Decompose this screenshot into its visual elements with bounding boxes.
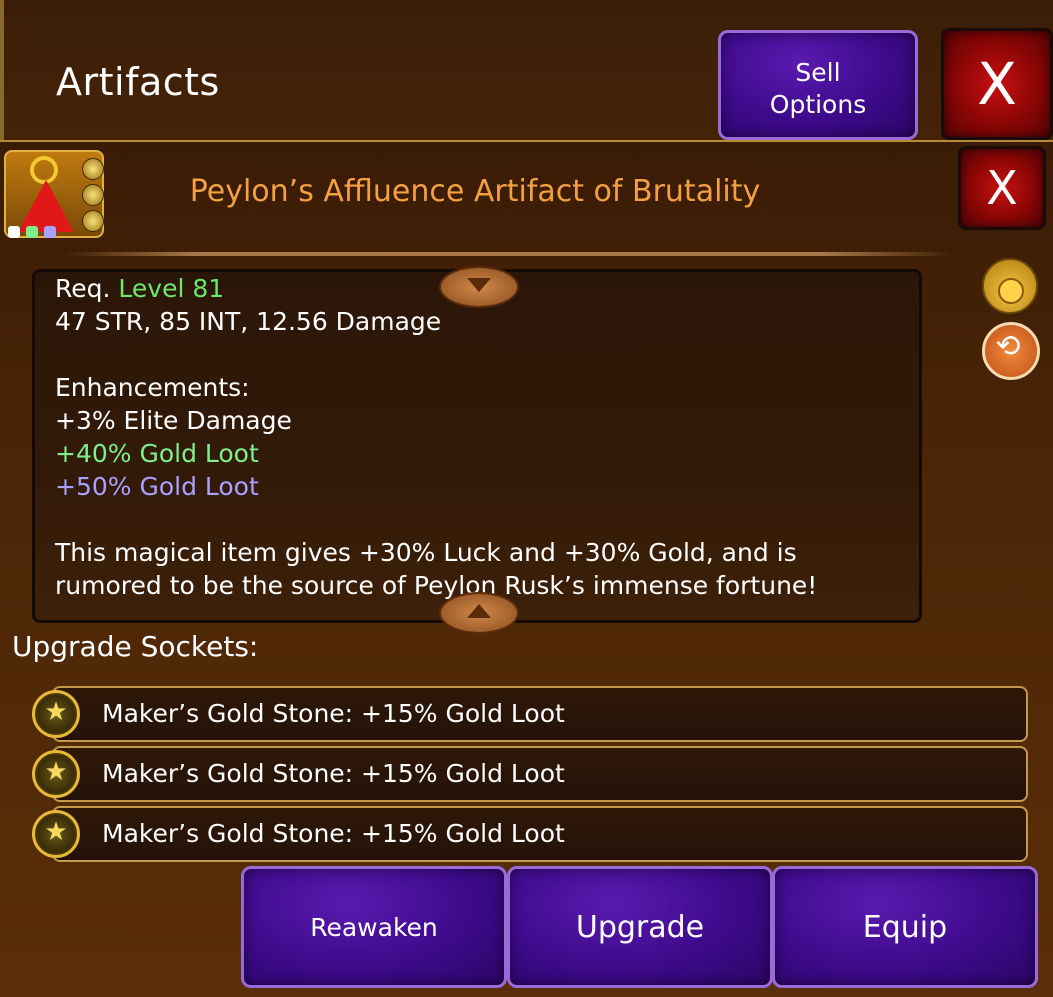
socket-row[interactable]: Maker’s Gold Stone: +15% Gold Loot xyxy=(52,746,1028,802)
req-level: Level 81 xyxy=(118,274,225,303)
chevron-down-icon xyxy=(467,278,491,292)
socket-text: Maker’s Gold Stone: +15% Gold Loot xyxy=(102,759,565,788)
rarity-dot-white xyxy=(8,226,20,238)
gold-stone-icon: ★ xyxy=(32,690,80,738)
rarity-dot-lavender xyxy=(44,226,56,238)
upgrade-sockets-label: Upgrade Sockets: xyxy=(12,630,259,663)
coin-icon xyxy=(998,278,1024,304)
reawaken-button[interactable]: Reawaken xyxy=(241,866,507,988)
socket-gem-icon xyxy=(82,158,104,180)
enhancement-1: +3% Elite Damage xyxy=(55,406,292,435)
top-bar: Artifacts Sell Options X xyxy=(0,0,1053,140)
sell-options-button[interactable]: Sell Options xyxy=(718,30,918,140)
cycle-glyph: ⟲ xyxy=(995,329,1021,364)
socket-row[interactable]: Maker’s Gold Stone: +15% Gold Loot xyxy=(52,686,1028,742)
req-label: Req. xyxy=(55,274,111,303)
close-artifacts-button[interactable]: X xyxy=(941,28,1053,140)
socket-row[interactable]: Maker’s Gold Stone: +15% Gold Loot xyxy=(52,806,1028,862)
artifact-icon xyxy=(4,150,104,238)
chevron-up-icon xyxy=(467,604,491,618)
equip-button[interactable]: Equip xyxy=(772,866,1038,988)
gold-stone-icon: ★ xyxy=(32,810,80,858)
scroll-down-button[interactable] xyxy=(439,266,519,308)
sell-options-label-line1: Sell xyxy=(795,58,841,87)
item-name: Peylon’s Affluence Artifact of Brutality xyxy=(189,174,761,209)
gold-bag-icon[interactable] xyxy=(982,258,1038,314)
page-title: Artifacts xyxy=(56,60,220,104)
flavor-text-line1: This magical item gives +30% Luck and +3… xyxy=(55,538,797,567)
item-description-box[interactable]: Req. Level 81 47 STR, 85 INT, 12.56 Dama… xyxy=(32,269,922,623)
stats-line: 47 STR, 85 INT, 12.56 Damage xyxy=(55,307,442,336)
gold-stone-icon: ★ xyxy=(32,750,80,798)
sell-options-label-line2: Options xyxy=(769,90,867,119)
rarity-dot-green xyxy=(26,226,38,238)
divider xyxy=(65,252,953,256)
enhancement-3: +50% Gold Loot xyxy=(55,472,259,501)
close-item-button[interactable]: X xyxy=(958,146,1046,230)
scroll-up-button[interactable] xyxy=(439,592,519,634)
enhancement-2: +40% Gold Loot xyxy=(55,439,259,468)
socket-text: Maker’s Gold Stone: +15% Gold Loot xyxy=(102,699,565,728)
enhancements-heading: Enhancements: xyxy=(55,373,250,402)
refresh-cycle-icon[interactable]: ⟲ xyxy=(982,322,1040,380)
socket-gem-icon xyxy=(82,210,104,232)
upgrade-button[interactable]: Upgrade xyxy=(507,866,773,988)
socket-text: Maker’s Gold Stone: +15% Gold Loot xyxy=(102,819,565,848)
artifact-triangle-icon xyxy=(18,180,74,232)
socket-gem-icon xyxy=(82,184,104,206)
